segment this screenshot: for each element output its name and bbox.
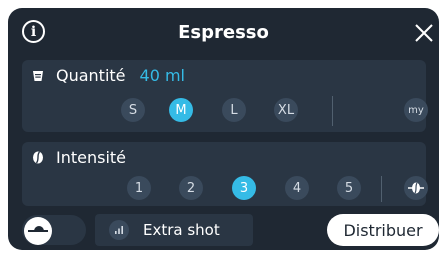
coffee-bean-icon [30, 150, 46, 166]
extra-shot-button[interactable]: Extra shot [95, 214, 253, 246]
coffee-machine-screen: i Espresso Quantité 40 ml S M L XL my In… [8, 8, 439, 250]
intensity-4-button[interactable]: 4 [285, 176, 309, 200]
intensity-panel: Intensité 1 2 3 4 5 [22, 142, 428, 206]
intensity-1-button[interactable]: 1 [127, 176, 151, 200]
top-bar: i Espresso [8, 8, 439, 60]
quantity-header: Quantité 40 ml [30, 66, 185, 85]
intensity-header: Intensité [30, 148, 126, 167]
intensity-2-button[interactable]: 2 [179, 176, 203, 200]
quantity-label: Quantité [56, 66, 126, 85]
lever-toggle[interactable] [22, 215, 86, 245]
custom-size-button[interactable]: my [404, 98, 428, 122]
bottom-row: Extra shot Distribuer [8, 214, 439, 246]
size-l-button[interactable]: L [222, 98, 246, 122]
close-icon[interactable] [413, 22, 435, 44]
intensity-5-button[interactable]: 5 [337, 176, 361, 200]
bean-adjust-icon[interactable] [404, 176, 428, 200]
lever-icon [24, 217, 52, 245]
dispense-button[interactable]: Distribuer [327, 214, 439, 246]
size-m-button[interactable]: M [169, 98, 193, 122]
page-title: Espresso [178, 22, 269, 43]
quantity-panel: Quantité 40 ml S M L XL my [22, 60, 428, 132]
size-s-button[interactable]: S [121, 98, 145, 122]
cup-icon [30, 68, 46, 84]
signal-bars-icon [109, 220, 129, 240]
size-xl-button[interactable]: XL [274, 98, 298, 122]
quantity-value: 40 ml [139, 66, 185, 85]
intensity-3-button[interactable]: 3 [232, 176, 256, 200]
divider [332, 96, 333, 126]
extra-shot-label: Extra shot [143, 221, 220, 239]
intensity-label: Intensité [56, 148, 127, 167]
divider [381, 176, 382, 202]
